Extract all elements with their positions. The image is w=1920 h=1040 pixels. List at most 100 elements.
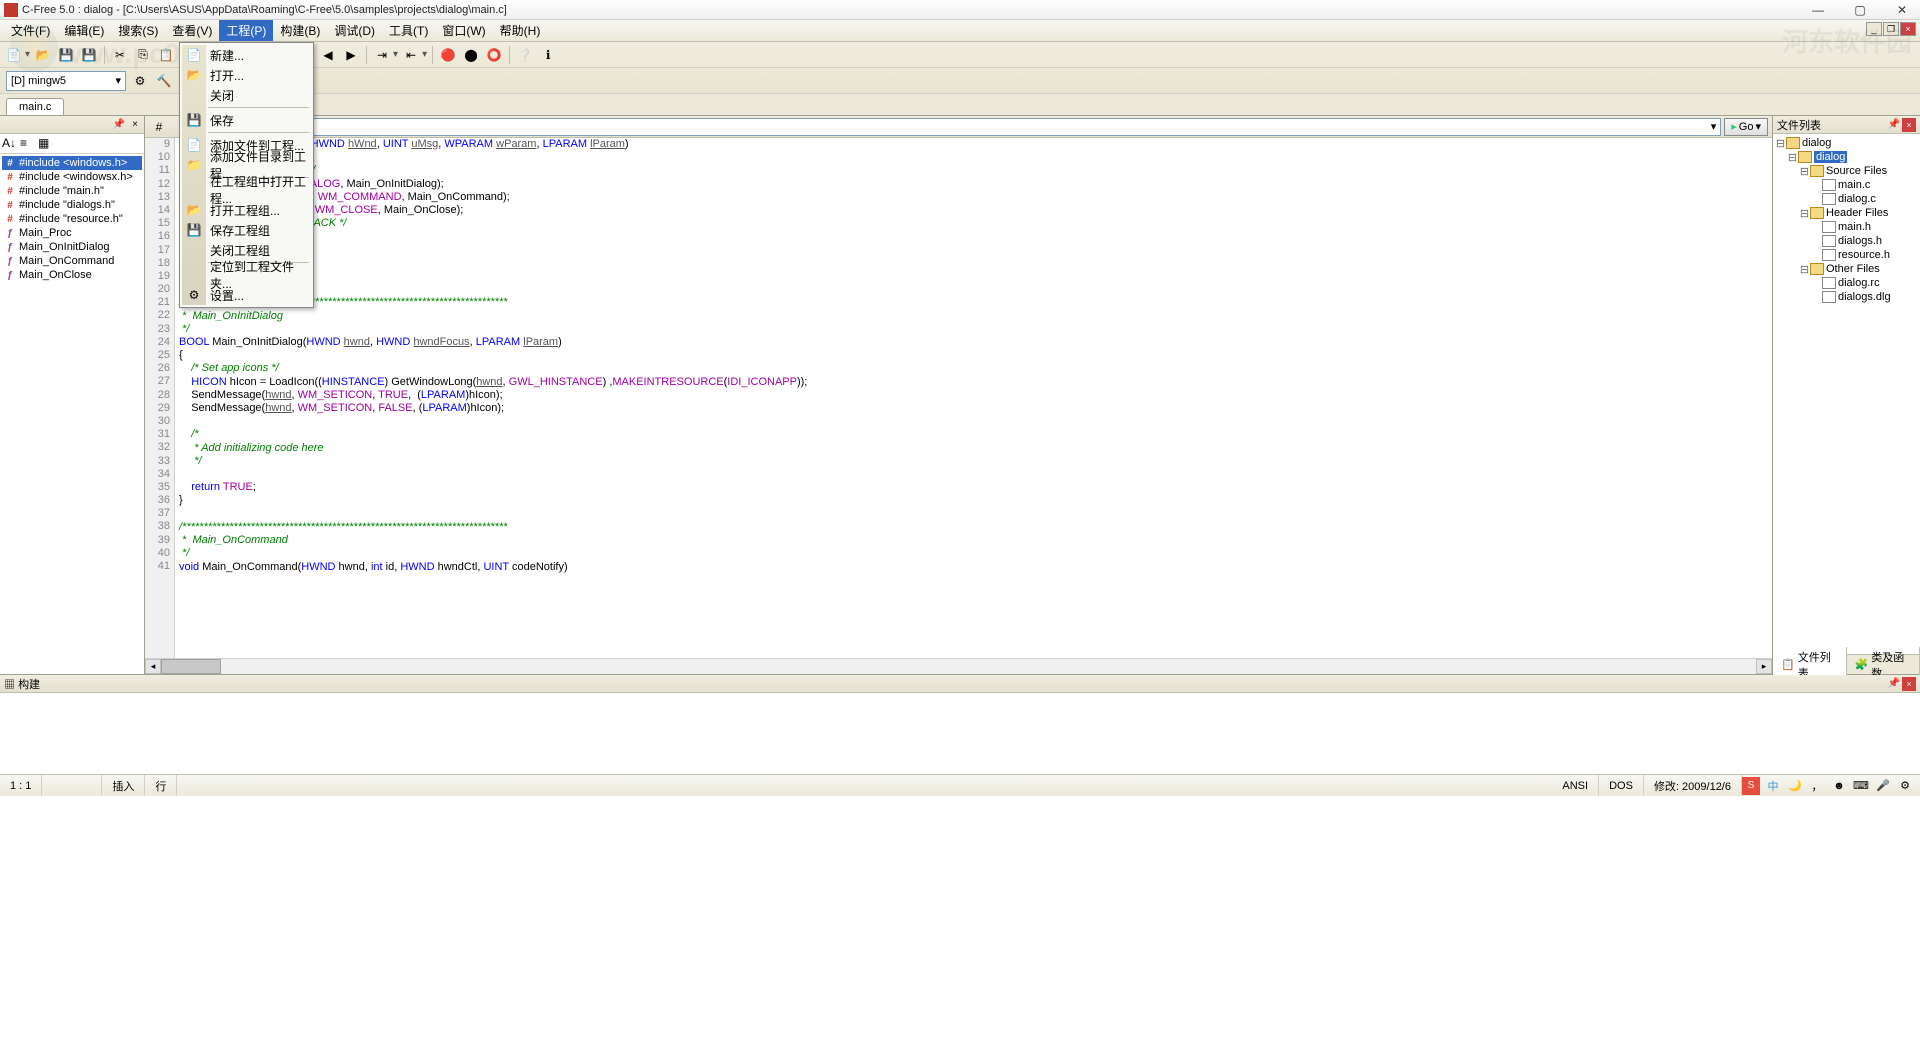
build-icon[interactable]: 🔨 bbox=[154, 71, 174, 91]
build-panel-close-icon[interactable]: × bbox=[1902, 677, 1916, 691]
tree-file-dialog-c[interactable]: dialog.c bbox=[1775, 192, 1918, 206]
tray-comma-icon[interactable]: ， bbox=[1808, 777, 1826, 795]
open-file-icon[interactable]: 📂 bbox=[33, 45, 53, 65]
panel-pin-icon[interactable]: 📌 bbox=[112, 118, 126, 132]
build-panel-pin-icon[interactable]: 📌 bbox=[1887, 677, 1901, 691]
tree-file-main-h[interactable]: main.h bbox=[1775, 220, 1918, 234]
tree-file-dialogs-h[interactable]: dialogs.h bbox=[1775, 234, 1918, 248]
symbol--include-resource-h-[interactable]: ##include "resource.h" bbox=[2, 212, 142, 226]
menu-window[interactable]: 窗口(W) bbox=[435, 20, 492, 41]
menu-view[interactable]: 查看(V) bbox=[165, 20, 219, 41]
menu-item-关闭[interactable]: 关闭 bbox=[182, 85, 311, 105]
symbol--include-windowsx-h-[interactable]: ##include <windowsx.h> bbox=[2, 170, 142, 184]
menu-item-打开[interactable]: 📂打开... bbox=[182, 65, 311, 85]
tree-group-Header-Files[interactable]: ⊟Header Files bbox=[1775, 206, 1918, 220]
about-icon[interactable]: ℹ bbox=[538, 45, 558, 65]
compiler-select[interactable]: [D] mingw5▾ bbox=[6, 71, 126, 91]
tray-gear-icon[interactable]: ⚙ bbox=[1896, 777, 1914, 795]
menu-build[interactable]: 构建(B) bbox=[273, 20, 327, 41]
menu-item-在工程组中打开工程[interactable]: 在工程组中打开工程... bbox=[182, 180, 311, 200]
tree-group-Source-Files[interactable]: ⊟Source Files bbox=[1775, 164, 1918, 178]
app-icon bbox=[4, 3, 18, 17]
menu-search[interactable]: 搜索(S) bbox=[111, 20, 165, 41]
clear-breakpoints-icon[interactable]: ⭕ bbox=[484, 45, 504, 65]
tree-project[interactable]: ⊟dialog bbox=[1775, 150, 1918, 164]
tree-file-main-c[interactable]: main.c bbox=[1775, 178, 1918, 192]
menu-bar: 文件(F) 编辑(E) 搜索(S) 查看(V) 工程(P) 构建(B) 调试(D… bbox=[0, 20, 1920, 42]
tray-ime-icon[interactable]: S bbox=[1742, 777, 1760, 795]
scroll-left-icon[interactable]: ◂ bbox=[145, 659, 161, 674]
tree-group-Other-Files[interactable]: ⊟Other Files bbox=[1775, 262, 1918, 276]
bookmark-prev-icon[interactable]: ◀ bbox=[318, 45, 338, 65]
symbol--include-windows-h-[interactable]: ##include <windows.h> bbox=[2, 156, 142, 170]
menu-file[interactable]: 文件(F) bbox=[4, 20, 57, 41]
editor-tab-mainc[interactable]: main.c bbox=[6, 98, 64, 115]
symbol-Main-OnInitDialog[interactable]: ƒMain_OnInitDialog bbox=[2, 240, 142, 254]
build-output[interactable] bbox=[0, 693, 1920, 774]
breakpoints-icon[interactable]: ⬤ bbox=[461, 45, 481, 65]
tray-lang-icon[interactable]: 中 bbox=[1764, 777, 1782, 795]
symbol-Main-OnCommand[interactable]: ƒMain_OnCommand bbox=[2, 254, 142, 268]
new-file-icon[interactable]: 📄 bbox=[4, 45, 24, 65]
outdent-icon[interactable]: ⇤ bbox=[401, 45, 421, 65]
code-editor[interactable]: 9101112131415161718192021222324252627282… bbox=[145, 138, 1772, 658]
mdi-minimize[interactable]: _ bbox=[1866, 22, 1882, 36]
menu-item-新建[interactable]: 📄新建... bbox=[182, 45, 311, 65]
menu-item-添加文件目录到工程[interactable]: 📁添加文件目录到工程... bbox=[182, 155, 311, 175]
menu-item-设置[interactable]: ⚙设置... bbox=[182, 285, 311, 305]
help-icon[interactable]: ❔ bbox=[515, 45, 535, 65]
editor-area: # ƒ \c▾ ↪ ▾ ▸Go▾ 91011121314151617181920… bbox=[145, 116, 1772, 674]
bookmark-next-icon[interactable]: ▶ bbox=[341, 45, 361, 65]
menu-item-定位到工程文件夹[interactable]: 定位到工程文件夹... bbox=[182, 265, 311, 285]
menu-project[interactable]: 工程(P) bbox=[219, 20, 273, 41]
mdi-close[interactable]: × bbox=[1900, 22, 1916, 36]
menu-item-打开工程组[interactable]: 📂打开工程组... bbox=[182, 200, 311, 220]
indent-icon[interactable]: ⇥ bbox=[372, 45, 392, 65]
symbol--include-main-h-[interactable]: ##include "main.h" bbox=[2, 184, 142, 198]
menu-tools[interactable]: 工具(T) bbox=[382, 20, 435, 41]
lookup-hash-icon[interactable]: # bbox=[149, 117, 169, 137]
menu-help[interactable]: 帮助(H) bbox=[493, 20, 548, 41]
lookup-symbol-input[interactable]: ▾ bbox=[301, 118, 1721, 136]
cut-icon[interactable]: ✂ bbox=[110, 45, 130, 65]
maximize-button[interactable]: ▢ bbox=[1846, 2, 1874, 18]
toggle-breakpoint-icon[interactable]: 🔴 bbox=[438, 45, 458, 65]
symbol-Main-OnClose[interactable]: ƒMain_OnClose bbox=[2, 268, 142, 282]
file-panel-close-icon[interactable]: × bbox=[1902, 118, 1916, 132]
symbol--include-dialogs-h-[interactable]: ##include "dialogs.h" bbox=[2, 198, 142, 212]
tray-moon-icon[interactable]: 🌙 bbox=[1786, 777, 1804, 795]
sort-alpha-icon[interactable]: A↓ bbox=[2, 136, 18, 152]
menu-debug[interactable]: 调试(D) bbox=[327, 20, 382, 41]
symbol-Main-Proc[interactable]: ƒMain_Proc bbox=[2, 226, 142, 240]
copy-icon[interactable]: ⎘ bbox=[133, 45, 153, 65]
tray-mic-icon[interactable]: 🎤 bbox=[1874, 777, 1892, 795]
save-icon[interactable]: 💾 bbox=[56, 45, 76, 65]
go-button[interactable]: ▸Go▾ bbox=[1724, 118, 1768, 136]
panel-close-icon[interactable]: × bbox=[128, 118, 142, 132]
tree-file-resource-h[interactable]: resource.h bbox=[1775, 248, 1918, 262]
tree-file-dialogs-dlg[interactable]: dialogs.dlg bbox=[1775, 290, 1918, 304]
status-line-label: 行 bbox=[145, 775, 177, 796]
tree-file-dialog-rc[interactable]: dialog.rc bbox=[1775, 276, 1918, 290]
filter-icon[interactable]: ▦ bbox=[38, 136, 54, 152]
tray-keyboard-icon[interactable]: ⌨ bbox=[1852, 777, 1870, 795]
menu-item-关闭工程组[interactable]: 关闭工程组 bbox=[182, 240, 311, 260]
menu-edit[interactable]: 编辑(E) bbox=[57, 20, 111, 41]
menu-item-保存[interactable]: 💾保存 bbox=[182, 110, 311, 130]
mdi-restore[interactable]: ❐ bbox=[1883, 22, 1899, 36]
scroll-right-icon[interactable]: ▸ bbox=[1756, 659, 1772, 674]
compile-icon[interactable]: ⚙ bbox=[130, 71, 150, 91]
horizontal-scrollbar[interactable]: ◂ ▸ bbox=[145, 658, 1772, 674]
paste-icon[interactable]: 📋 bbox=[156, 45, 176, 65]
file-list-title: 文件列表 bbox=[1777, 117, 1821, 133]
scroll-thumb[interactable] bbox=[161, 659, 221, 674]
tray-smile-icon[interactable]: ☻ bbox=[1830, 777, 1848, 795]
file-panel-pin-icon[interactable]: 📌 bbox=[1887, 118, 1901, 132]
minimize-button[interactable]: — bbox=[1804, 2, 1832, 18]
tree-workspace[interactable]: ⊟dialog bbox=[1775, 136, 1918, 150]
close-button[interactable]: ✕ bbox=[1888, 2, 1916, 18]
save-all-icon[interactable]: 💾 bbox=[79, 45, 99, 65]
symbol-panel: 📌 × A↓ ≡ ▦ ##include <windows.h>##includ… bbox=[0, 116, 145, 674]
menu-item-保存工程组[interactable]: 💾保存工程组 bbox=[182, 220, 311, 240]
sort-kind-icon[interactable]: ≡ bbox=[20, 136, 36, 152]
